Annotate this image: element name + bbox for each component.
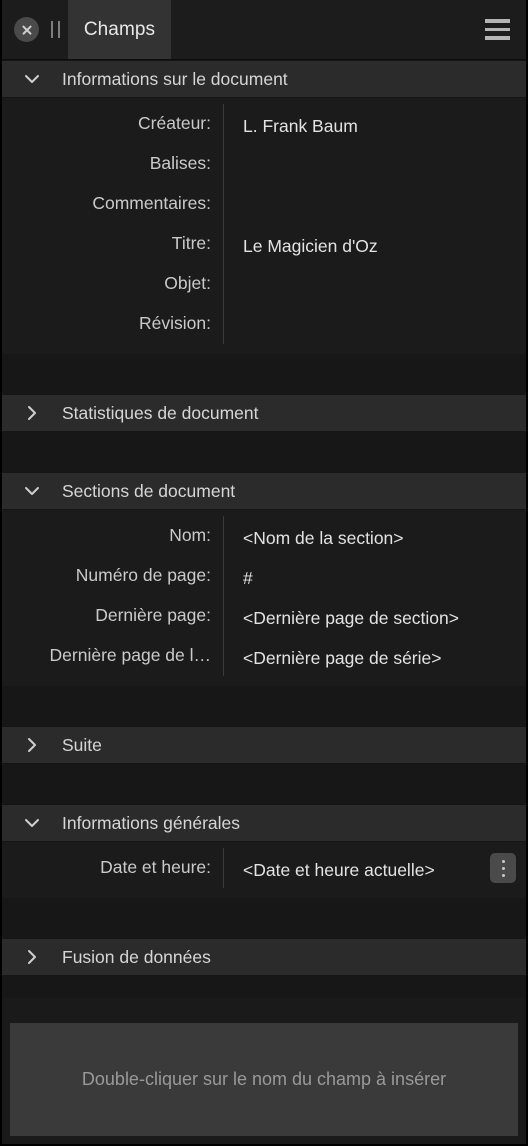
- section-title: Sections de document: [62, 480, 236, 501]
- chevron-right-icon[interactable]: [2, 404, 62, 422]
- column-divider: [223, 144, 224, 184]
- column-divider: [223, 848, 224, 888]
- field-label: Titre:: [171, 233, 211, 253]
- column-divider: [223, 596, 224, 636]
- field-row[interactable]: Date et heure: <Date et heure actuelle>: [2, 848, 526, 888]
- section-title: Statistiques de document: [62, 402, 259, 423]
- field-row[interactable]: Nom: <Nom de la section>: [2, 516, 526, 556]
- section-gap: [2, 354, 526, 394]
- column-divider: [223, 184, 224, 224]
- close-circle-icon[interactable]: [14, 17, 39, 42]
- field-row[interactable]: Balises:: [2, 144, 526, 184]
- section-gap: [2, 976, 526, 998]
- column-divider: [223, 556, 224, 596]
- field-options-menu-icon[interactable]: [490, 853, 516, 883]
- field-value[interactable]: [223, 144, 526, 153]
- field-label: Commentaires:: [92, 193, 211, 213]
- field-label: Dernière page:: [95, 605, 211, 625]
- fields-list: Informations sur le document Créateur: L. …: [2, 60, 526, 1023]
- field-row[interactable]: Révision:: [2, 304, 526, 344]
- section-gap: [2, 686, 526, 726]
- field-value[interactable]: #: [223, 556, 526, 591]
- column-divider: [223, 224, 224, 264]
- field-row[interactable]: Dernière page de l… <Dernière page de sér…: [2, 636, 526, 676]
- section-title: Informations générales: [62, 812, 241, 833]
- section-body-document-sections: Nom: <Nom de la section> Numéro de page: # D…: [2, 510, 526, 686]
- section-header-data-merge[interactable]: Fusion de données: [2, 938, 526, 976]
- field-row[interactable]: Commentaires:: [2, 184, 526, 224]
- section-body-general-information: Date et heure: <Date et heure actuelle>: [2, 842, 526, 898]
- panel-titlebar: Champs: [2, 0, 526, 60]
- field-label: Objet:: [164, 273, 211, 293]
- chevron-right-icon[interactable]: [2, 736, 62, 754]
- chevron-right-icon[interactable]: [2, 948, 62, 966]
- section-title: Informations sur le document: [62, 68, 288, 89]
- section-gap: [2, 764, 526, 804]
- field-row[interactable]: Objet:: [2, 264, 526, 304]
- field-row[interactable]: Titre: Le Magicien d'Oz: [2, 224, 526, 264]
- insert-field-hint: Double-cliquer sur le nom du champ à ins…: [10, 1023, 518, 1136]
- field-label: Date et heure:: [100, 857, 211, 877]
- field-row[interactable]: Créateur: L. Frank Baum: [2, 104, 526, 144]
- section-header-document-sections[interactable]: Sections de document: [2, 472, 526, 510]
- field-value[interactable]: <Nom de la section>: [223, 516, 526, 551]
- field-label: Créateur:: [138, 113, 211, 133]
- field-label: Dernière page de l…: [49, 645, 211, 665]
- field-label: Balises:: [149, 153, 211, 173]
- section-body-document-information: Créateur: L. Frank Baum Balises: Commentair…: [2, 98, 526, 354]
- field-value[interactable]: <Dernière page de section>: [223, 596, 526, 631]
- field-value[interactable]: L. Frank Baum: [223, 104, 526, 139]
- field-value[interactable]: [223, 304, 526, 313]
- section-title: Fusion de données: [62, 946, 211, 967]
- field-label: Nom:: [169, 525, 211, 545]
- column-divider: [223, 636, 224, 676]
- section-gap: [2, 898, 526, 938]
- column-divider: [223, 104, 224, 144]
- drag-handle-icon[interactable]: [51, 21, 60, 38]
- field-value[interactable]: <Dernière page de série>: [223, 636, 526, 671]
- field-label: Révision:: [139, 313, 211, 333]
- column-divider: [223, 516, 224, 556]
- field-label: Numéro de page:: [75, 565, 211, 585]
- footer-area: Double-cliquer sur le nom du champ à ins…: [2, 1023, 526, 1144]
- section-header-document-statistics[interactable]: Statistiques de document: [2, 394, 526, 432]
- section-header-continuation[interactable]: Suite: [2, 726, 526, 764]
- column-divider: [223, 304, 224, 344]
- field-row[interactable]: Dernière page: <Dernière page de section>: [2, 596, 526, 636]
- column-divider: [223, 264, 224, 304]
- hamburger-menu-icon[interactable]: [468, 0, 526, 59]
- section-title: Suite: [62, 734, 102, 755]
- titlebar-spacer: [171, 0, 468, 59]
- titlebar-left-controls: [2, 0, 60, 59]
- tab-champs[interactable]: Champs: [68, 0, 171, 59]
- field-value[interactable]: Le Magicien d'Oz: [223, 224, 526, 259]
- section-header-document-information[interactable]: Informations sur le document: [2, 60, 526, 98]
- field-value[interactable]: <Date et heure actuelle>: [223, 848, 526, 883]
- chevron-down-icon[interactable]: [2, 482, 62, 500]
- field-value[interactable]: [223, 264, 526, 273]
- chevron-down-icon[interactable]: [2, 814, 62, 832]
- chevron-down-icon[interactable]: [2, 70, 62, 88]
- insert-field-hint-text: Double-cliquer sur le nom du champ à ins…: [81, 1069, 447, 1089]
- fields-panel: Champs Informations sur le document Créat…: [0, 0, 528, 1146]
- tab-label: Champs: [83, 18, 156, 40]
- section-gap: [2, 432, 526, 472]
- field-value[interactable]: [223, 184, 526, 193]
- field-row[interactable]: Numéro de page: #: [2, 556, 526, 596]
- section-header-general-information[interactable]: Informations générales: [2, 804, 526, 842]
